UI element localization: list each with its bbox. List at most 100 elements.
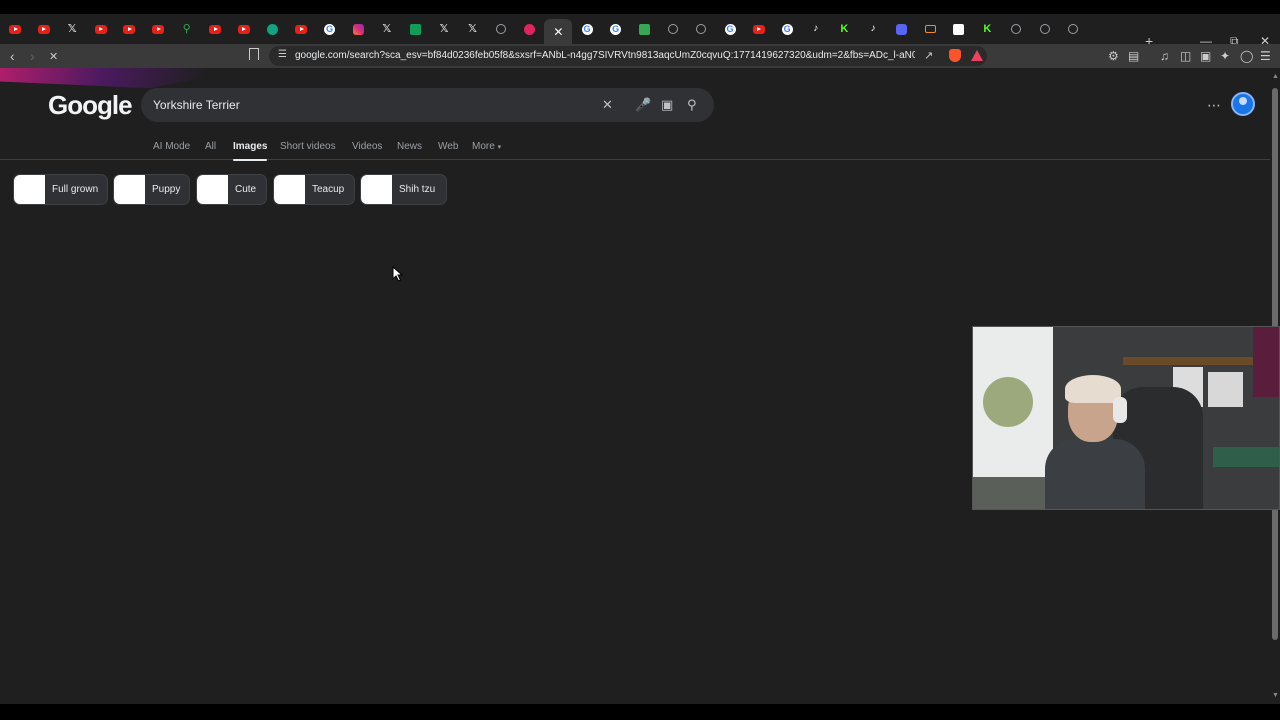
tab-images[interactable]: Images — [233, 141, 268, 161]
google-apps-icon[interactable]: ⋯ — [1207, 97, 1221, 114]
browser-tab[interactable]: ♪ — [859, 19, 887, 39]
search-icon[interactable]: ⚲ — [687, 96, 697, 114]
browser-tab[interactable]: G — [602, 19, 630, 39]
refine-chip-puppy[interactable]: Puppy — [113, 174, 190, 205]
browser-tab[interactable]: G — [716, 19, 744, 39]
tab-short-videos[interactable]: Short videos — [280, 141, 336, 152]
browser-tab[interactable]: ⚲ — [173, 19, 201, 39]
menu-icon[interactable]: ☰ — [1260, 49, 1271, 63]
youtube-icon — [152, 24, 164, 34]
search-box[interactable]: ✕ 🎤 ▣ ⚲ — [141, 88, 714, 122]
browser-tab[interactable]: ✕ — [544, 19, 573, 44]
close-icon[interactable]: ✕ — [553, 25, 563, 39]
browser-tab[interactable]: 𝕏 — [373, 19, 401, 39]
scroll-up-icon[interactable]: ▲ — [1272, 73, 1279, 80]
google-logo[interactable]: Google — [48, 90, 133, 121]
leo-ai-icon[interactable]: ✦ — [1220, 49, 1230, 63]
brave-shields-icon[interactable] — [949, 49, 961, 62]
forward-icon[interactable]: › — [30, 48, 35, 64]
browser-tab[interactable]: G — [573, 19, 601, 39]
browser-tab[interactable] — [945, 19, 973, 39]
globe-icon — [667, 24, 678, 34]
browser-tab[interactable] — [115, 19, 143, 39]
browser-toolbar: ‹ › ✕ ☰ google.com/search?sca_esv=bf84d0… — [0, 44, 1280, 68]
browser-tab[interactable] — [401, 19, 429, 39]
browser-tab[interactable]: G — [773, 19, 801, 39]
browser-tab[interactable] — [745, 19, 773, 39]
clear-search-icon[interactable]: ✕ — [602, 96, 613, 114]
pink-app-icon — [524, 23, 536, 35]
tab-web[interactable]: Web — [438, 141, 458, 152]
browser-tab[interactable] — [87, 19, 115, 39]
youtube-icon — [9, 24, 21, 34]
tab-videos[interactable]: Videos — [352, 141, 382, 152]
browser-tab[interactable]: G — [316, 19, 344, 39]
browser-tab[interactable] — [888, 19, 916, 39]
vpn-shield-icon[interactable]: ◯ — [1240, 49, 1253, 63]
browser-tab[interactable]: ♪ — [802, 19, 830, 39]
stop-loading-icon[interactable]: ✕ — [49, 50, 60, 63]
maps-icon: ⚲ — [182, 22, 191, 35]
chip-thumbnail — [361, 175, 392, 204]
voice-search-icon[interactable]: 🎤 — [635, 96, 651, 114]
browser-tab[interactable] — [516, 19, 544, 39]
browser-tab[interactable] — [258, 19, 286, 39]
chip-thumbnail — [14, 175, 45, 204]
browser-tab[interactable] — [916, 19, 944, 39]
chatgpt-icon — [266, 23, 278, 35]
tab-more[interactable]: More ▾ — [472, 141, 501, 152]
browser-tab[interactable] — [230, 19, 258, 39]
browser-tab[interactable] — [30, 19, 58, 39]
browser-tab[interactable]: 𝕏 — [459, 19, 487, 39]
refine-chip-full-grown[interactable]: Full grown — [13, 174, 108, 205]
refine-chip-teacup[interactable]: Teacup — [273, 174, 355, 205]
tiktok-icon: ♪ — [870, 23, 876, 34]
media-icon[interactable]: ♫ — [1160, 49, 1169, 63]
browser-tab[interactable]: K — [830, 19, 858, 39]
youtube-icon — [94, 24, 107, 34]
search-input[interactable] — [153, 96, 593, 114]
scroll-down-icon[interactable]: ▼ — [1272, 692, 1279, 699]
extensions-icon[interactable]: ⚙ — [1108, 49, 1119, 63]
screen-top-bar — [0, 0, 1280, 14]
browser-tab[interactable] — [1031, 19, 1059, 39]
browser-tab[interactable] — [630, 19, 658, 39]
browser-tab[interactable] — [659, 19, 687, 39]
sidebar-icon[interactable]: ◫ — [1180, 49, 1191, 63]
browser-tab[interactable] — [344, 19, 372, 39]
bookmark-icon[interactable] — [249, 48, 259, 60]
account-avatar[interactable] — [1231, 92, 1255, 116]
browser-tab[interactable] — [1002, 19, 1030, 39]
browser-tab[interactable] — [1059, 19, 1087, 39]
browser-tab[interactable]: K — [973, 19, 1001, 39]
tab-all[interactable]: All — [205, 141, 216, 152]
browser-tab[interactable] — [1, 19, 29, 39]
webcam-red-light — [1253, 327, 1279, 397]
wallet-icon[interactable]: ▣ — [1200, 49, 1211, 63]
globe-icon — [1011, 24, 1021, 34]
chip-thumbnail — [274, 175, 305, 204]
lens-search-icon[interactable]: ▣ — [661, 96, 673, 114]
site-info-icon[interactable]: ☰ — [278, 49, 287, 60]
share-icon[interactable]: ↗ — [924, 49, 933, 62]
google-icon: G — [781, 23, 793, 35]
webcam-plant — [983, 377, 1033, 427]
brave-rewards-icon[interactable] — [971, 50, 983, 61]
url-text[interactable]: google.com/search?sca_esv=bf84d0236feb05… — [295, 50, 915, 61]
browser-tab[interactable] — [687, 19, 715, 39]
back-icon[interactable]: ‹ — [10, 48, 15, 64]
refine-chip-cute[interactable]: Cute — [196, 174, 267, 205]
browser-tab[interactable] — [287, 19, 315, 39]
refine-chip-shih-tzu[interactable]: Shih tzu — [360, 174, 447, 205]
address-bar[interactable]: ☰ google.com/search?sca_esv=bf84d0236feb… — [269, 46, 987, 66]
browser-tab[interactable]: 𝕏 — [430, 19, 458, 39]
browser-tab[interactable] — [201, 19, 229, 39]
headset-icon — [1113, 397, 1127, 423]
tab-news[interactable]: News — [397, 141, 422, 152]
browser-tab[interactable]: 𝕏 — [58, 19, 86, 39]
tab-ai-mode[interactable]: AI Mode — [153, 141, 190, 152]
discord-icon — [896, 23, 908, 35]
browser-tab[interactable] — [144, 19, 172, 39]
translate-icon[interactable]: ▤ — [1128, 49, 1139, 63]
browser-tab[interactable] — [487, 19, 515, 39]
